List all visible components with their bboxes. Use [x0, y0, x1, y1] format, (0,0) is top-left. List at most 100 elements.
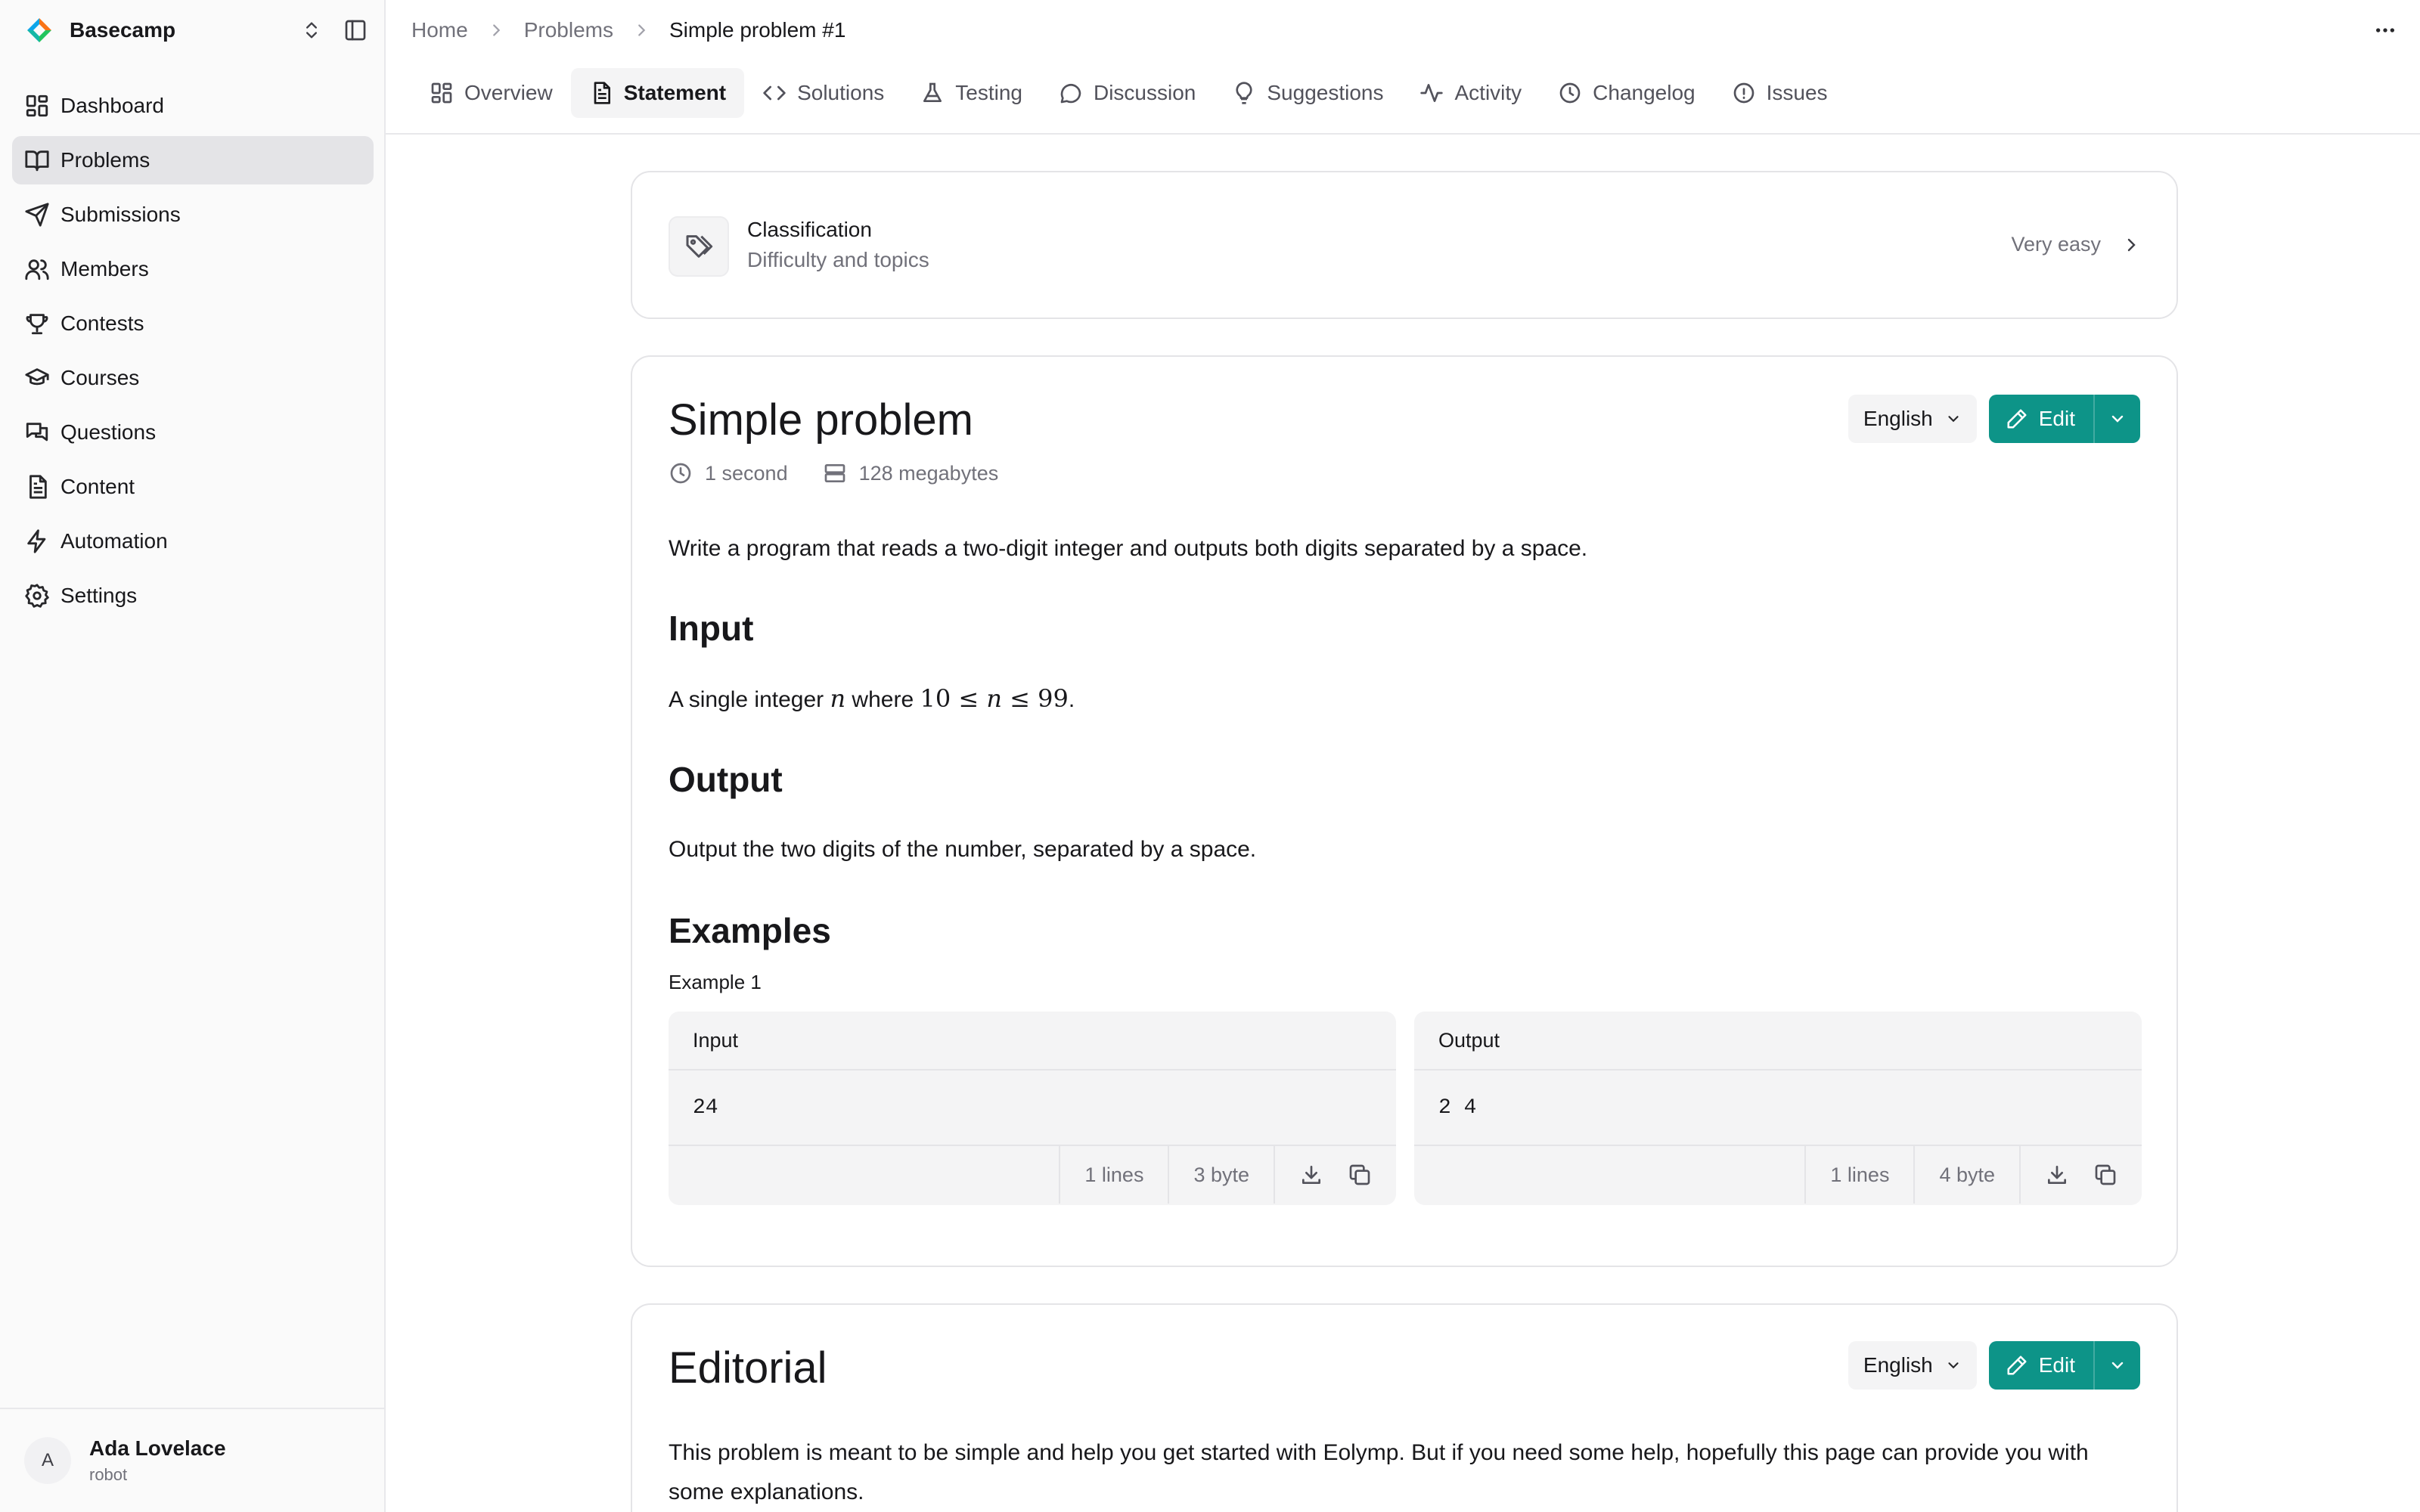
example-output-box: Output 2 4 1 lines 4 byte	[1414, 1012, 2142, 1205]
download-icon[interactable]	[1299, 1163, 1323, 1187]
sidebar-item-content[interactable]: Content	[12, 463, 374, 511]
example-label: Example 1	[669, 971, 762, 993]
math-bound-high: ≤ 99	[1001, 684, 1069, 713]
example-output-content[interactable]: 2 4	[1414, 1070, 2142, 1146]
input-text: .	[1068, 687, 1075, 712]
messages-icon	[26, 423, 48, 442]
example-input-content[interactable]: 24	[669, 1070, 1396, 1146]
file-text-icon	[29, 475, 47, 499]
trophy-icon	[26, 314, 48, 335]
workspace-switcher[interactable]: Basecamp	[24, 15, 368, 45]
math-variable: n	[830, 684, 846, 713]
language-select[interactable]: English	[1848, 395, 1977, 443]
zap-icon	[27, 529, 46, 553]
tab-label: Issues	[1766, 81, 1828, 104]
chevrons-up-down-icon[interactable]	[301, 20, 322, 41]
sidebar-item-label: Automation	[60, 529, 168, 553]
chevron-down-icon	[2111, 1362, 2124, 1369]
breadcrumb-problems[interactable]: Problems	[524, 18, 613, 42]
copy-icon[interactable]	[1348, 1163, 1372, 1187]
memory-icon	[824, 464, 845, 482]
tags-icon	[669, 216, 729, 277]
sidebar-item-settings[interactable]: Settings	[12, 572, 374, 620]
sidebar-item-automation[interactable]: Automation	[12, 517, 374, 565]
sidebar-item-label: Settings	[60, 584, 138, 607]
edit-menu-button[interactable]	[2093, 395, 2140, 443]
tab-changelog[interactable]: Changelog	[1540, 68, 1713, 118]
sidebar-item-label: Courses	[60, 366, 140, 389]
tab-activity[interactable]: Activity	[1401, 68, 1540, 118]
classification-card[interactable]: Classification Difficulty and topics Ver…	[631, 171, 2178, 319]
clock-icon	[1559, 82, 1581, 104]
language-value: English	[1863, 407, 1933, 430]
language-select[interactable]: English	[1848, 1341, 1977, 1390]
user-name: Ada Lovelace	[89, 1436, 226, 1460]
more-options-icon[interactable]	[2373, 18, 2397, 42]
book-icon	[25, 150, 49, 172]
sidebar-item-dashboard[interactable]: Dashboard	[12, 82, 374, 130]
edit-button[interactable]: Edit	[1989, 1341, 2093, 1390]
user-role: robot	[89, 1465, 128, 1484]
statement-card: Simple problem English Edit 1 second 128…	[631, 355, 2178, 1267]
memory-limit: 128 megabytes	[858, 461, 999, 485]
sidebar-item-questions[interactable]: Questions	[12, 408, 374, 457]
sidebar-nav: Dashboard Problems Submissions Members C…	[12, 82, 374, 626]
tab-suggestions[interactable]: Suggestions	[1214, 68, 1401, 118]
difficulty-value: Very easy	[2011, 233, 2101, 256]
sidebar-item-label: Questions	[60, 420, 157, 444]
gear-icon	[25, 584, 49, 608]
users-icon	[25, 259, 49, 280]
edit-label: Edit	[2038, 407, 2075, 430]
breadcrumb-home[interactable]: Home	[411, 18, 468, 42]
editorial-title: Editorial	[669, 1343, 827, 1393]
tab-statement[interactable]: Statement	[570, 68, 745, 118]
sidebar-item-contests[interactable]: Contests	[12, 299, 374, 348]
tab-label: Changelog	[1593, 81, 1696, 104]
layout-grid-icon	[431, 82, 452, 104]
chat-bubble-icon	[1060, 84, 1081, 104]
problem-limits: 1 second 128 megabytes	[669, 461, 1033, 485]
edit-button[interactable]: Edit	[1989, 395, 2093, 443]
edit-menu-button[interactable]	[2093, 1341, 2140, 1390]
tab-issues[interactable]: Issues	[1714, 68, 1846, 118]
tab-label: Statement	[623, 81, 727, 104]
sidebar-item-problems[interactable]: Problems	[12, 136, 374, 184]
classification-title: Classification	[747, 218, 872, 241]
tab-label: Overview	[464, 81, 553, 104]
tab-label: Suggestions	[1267, 81, 1384, 104]
tab-overview[interactable]: Overview	[411, 68, 571, 118]
output-description: Output the two digits of the number, sep…	[669, 837, 1257, 862]
edit-split-button: Edit	[1988, 1341, 2140, 1390]
tab-solutions[interactable]: Solutions	[744, 68, 902, 118]
download-icon[interactable]	[2045, 1163, 2069, 1187]
sidebar-item-label: Contests	[60, 311, 144, 335]
line-count: 1 lines	[1804, 1146, 1913, 1204]
copy-icon[interactable]	[2093, 1163, 2118, 1187]
input-description: A single integer n where 10 ≤ n ≤ 99.	[669, 679, 1075, 720]
pencil-icon	[2007, 1356, 2027, 1375]
tab-discussion[interactable]: Discussion	[1041, 68, 1214, 118]
user-menu[interactable]: A Ada Lovelace robot	[0, 1408, 384, 1512]
tab-label: Solutions	[797, 81, 885, 104]
sidebar-item-submissions[interactable]: Submissions	[12, 191, 374, 239]
example-output-label: Output	[1414, 1012, 2142, 1070]
examples-heading: Examples	[669, 911, 831, 950]
edit-label: Edit	[2038, 1353, 2075, 1377]
sidebar-item-label: Content	[60, 475, 135, 498]
sidebar: Basecamp Dashboard Problems Submissions …	[0, 0, 386, 1512]
breadcrumb: Home Problems Simple problem #1	[411, 15, 845, 45]
clock-icon	[670, 463, 691, 484]
sidebar-item-members[interactable]: Members	[12, 245, 374, 293]
input-text: A single integer	[669, 687, 830, 712]
byte-size: 4 byte	[1913, 1146, 2019, 1204]
math-variable: n	[986, 684, 1002, 713]
language-value: English	[1863, 1353, 1933, 1377]
time-limit: 1 second	[705, 461, 788, 485]
tab-testing[interactable]: Testing	[902, 68, 1041, 118]
activity-icon	[1420, 84, 1444, 102]
line-count: 1 lines	[1059, 1146, 1168, 1204]
toggle-sidebar-icon[interactable]	[343, 18, 368, 42]
sidebar-item-courses[interactable]: Courses	[12, 354, 374, 402]
tab-label: Testing	[955, 81, 1022, 104]
code-icon	[763, 85, 786, 101]
